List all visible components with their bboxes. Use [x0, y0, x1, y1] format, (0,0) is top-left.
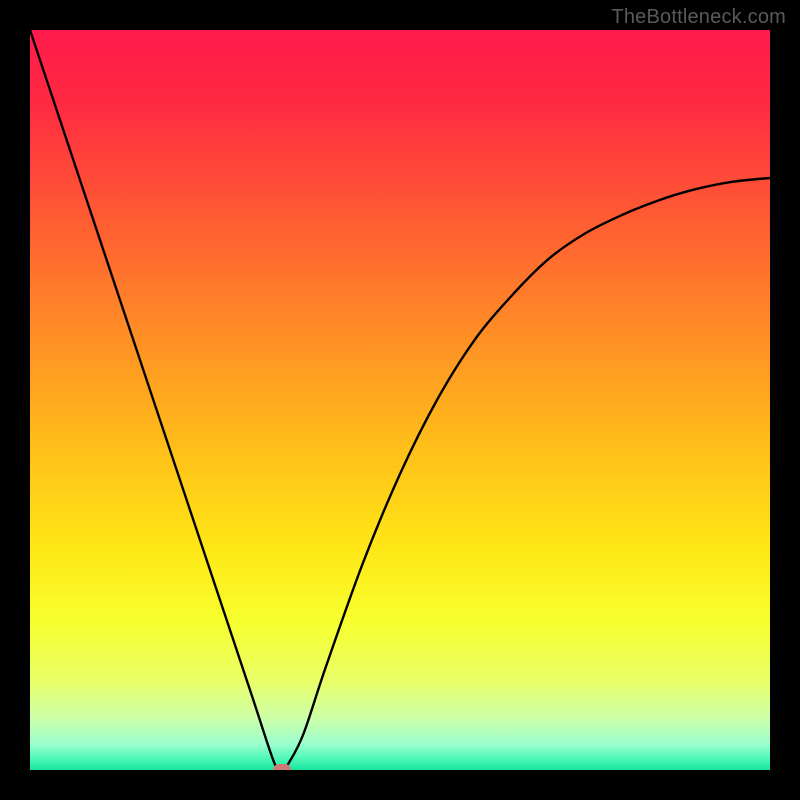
chart-frame: TheBottleneck.com — [0, 0, 800, 800]
watermark-label: TheBottleneck.com — [611, 6, 786, 29]
bottleneck-curve — [30, 30, 770, 770]
minimum-marker — [273, 764, 291, 770]
plot-area — [30, 30, 770, 770]
